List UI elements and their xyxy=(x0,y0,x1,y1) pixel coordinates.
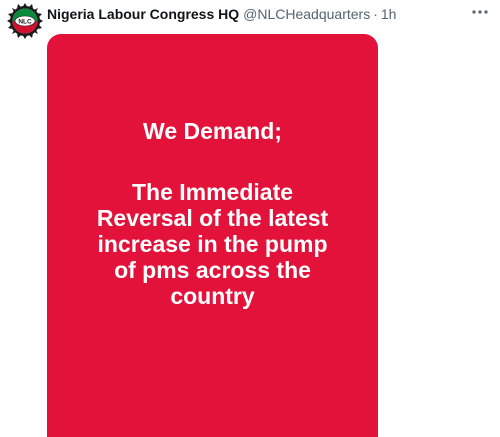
tweet-timestamp[interactable]: 1h xyxy=(381,4,397,24)
tweet-media-image[interactable]: We Demand; The Immediate Reversal of the… xyxy=(47,34,378,437)
media-line: increase in the pump xyxy=(97,231,328,257)
nlc-logo-icon: NLC xyxy=(7,3,43,39)
media-line: country xyxy=(170,283,255,309)
media-body-text: The Immediate Reversal of the latest inc… xyxy=(47,179,378,309)
media-headline: We Demand; xyxy=(143,118,282,144)
separator-dot: · xyxy=(373,6,378,22)
more-options-button[interactable] xyxy=(468,2,492,22)
media-line: Reversal of the latest xyxy=(96,205,329,231)
avatar[interactable]: NLC xyxy=(6,2,44,40)
author-display-name[interactable]: Nigeria Labour Congress HQ xyxy=(47,4,239,24)
media-line: of pms across the xyxy=(114,257,311,283)
tweet: NLC Nigeria Labour Congress HQ @NLCHeadq… xyxy=(0,0,500,437)
more-horizontal-icon xyxy=(472,10,488,14)
media-line: The Immediate xyxy=(131,179,294,205)
tweet-header: Nigeria Labour Congress HQ @NLCHeadquart… xyxy=(47,4,396,24)
author-handle[interactable]: @NLCHeadquarters xyxy=(243,4,370,24)
avatar-logo-text: NLC xyxy=(18,19,32,26)
